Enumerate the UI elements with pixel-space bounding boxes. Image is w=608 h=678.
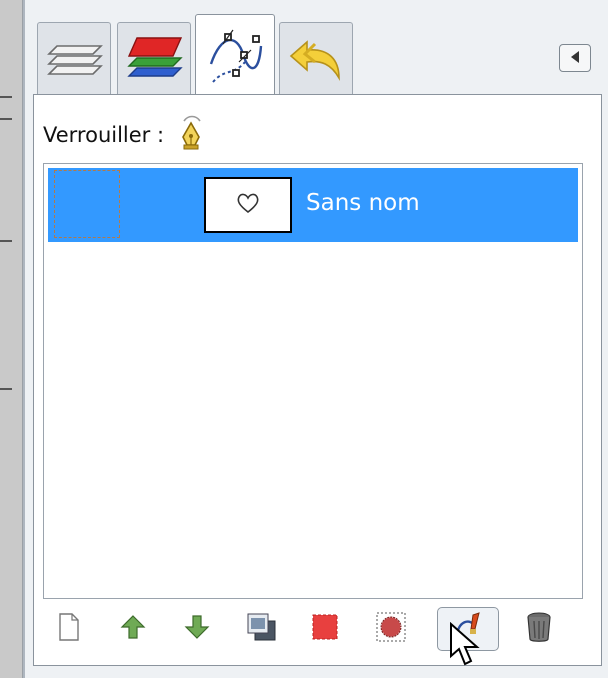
tab-channels[interactable]	[117, 22, 191, 94]
background-line	[0, 118, 12, 120]
heart-outline-icon	[235, 191, 261, 219]
path-to-selection-button[interactable]	[307, 611, 343, 647]
visibility-toggle[interactable]	[54, 170, 120, 238]
raise-path-button[interactable]	[115, 611, 151, 647]
new-path-button[interactable]	[51, 611, 87, 647]
tab-undo-history[interactable]	[279, 22, 353, 94]
background-line	[0, 388, 12, 390]
undo-history-icon	[285, 30, 347, 88]
tab-layers[interactable]	[37, 22, 111, 94]
tab-menu-button[interactable]	[559, 44, 591, 72]
paths-dockable-dialog: Verrouiller : Sans nom	[23, 0, 608, 678]
pen-nib-lock-icon[interactable]	[178, 115, 204, 155]
new-document-icon	[57, 612, 81, 646]
tab-paths[interactable]	[195, 14, 275, 96]
paths-panel: Verrouiller : Sans nom	[33, 94, 602, 666]
background-window-edge	[0, 0, 23, 678]
lower-path-button[interactable]	[179, 611, 215, 647]
duplicate-icon	[245, 612, 277, 646]
path-name[interactable]: Sans nom	[306, 190, 420, 216]
paths-list[interactable]: Sans nom	[43, 163, 583, 599]
path-row-selected[interactable]: Sans nom	[48, 168, 578, 242]
lock-row: Verrouiller :	[43, 115, 204, 155]
selection-to-path-icon	[375, 611, 407, 647]
triangle-left-icon	[568, 49, 582, 68]
paths-toolbar	[43, 607, 583, 655]
duplicate-path-button[interactable]	[243, 611, 279, 647]
trash-icon	[525, 611, 553, 647]
channels-icon	[123, 30, 185, 88]
background-line	[0, 240, 12, 242]
paths-icon	[203, 24, 267, 88]
path-to-selection-icon	[310, 612, 340, 646]
arrow-up-icon	[119, 613, 147, 645]
layers-icon	[43, 30, 105, 88]
arrow-down-icon	[183, 613, 211, 645]
mouse-cursor-icon	[449, 621, 483, 668]
background-line	[0, 96, 12, 98]
delete-path-button[interactable]	[521, 611, 557, 647]
dock-tab-bar	[33, 14, 603, 96]
selection-to-path-button[interactable]	[373, 611, 409, 647]
lock-label: Verrouiller :	[43, 123, 165, 147]
path-thumbnail	[204, 177, 292, 233]
